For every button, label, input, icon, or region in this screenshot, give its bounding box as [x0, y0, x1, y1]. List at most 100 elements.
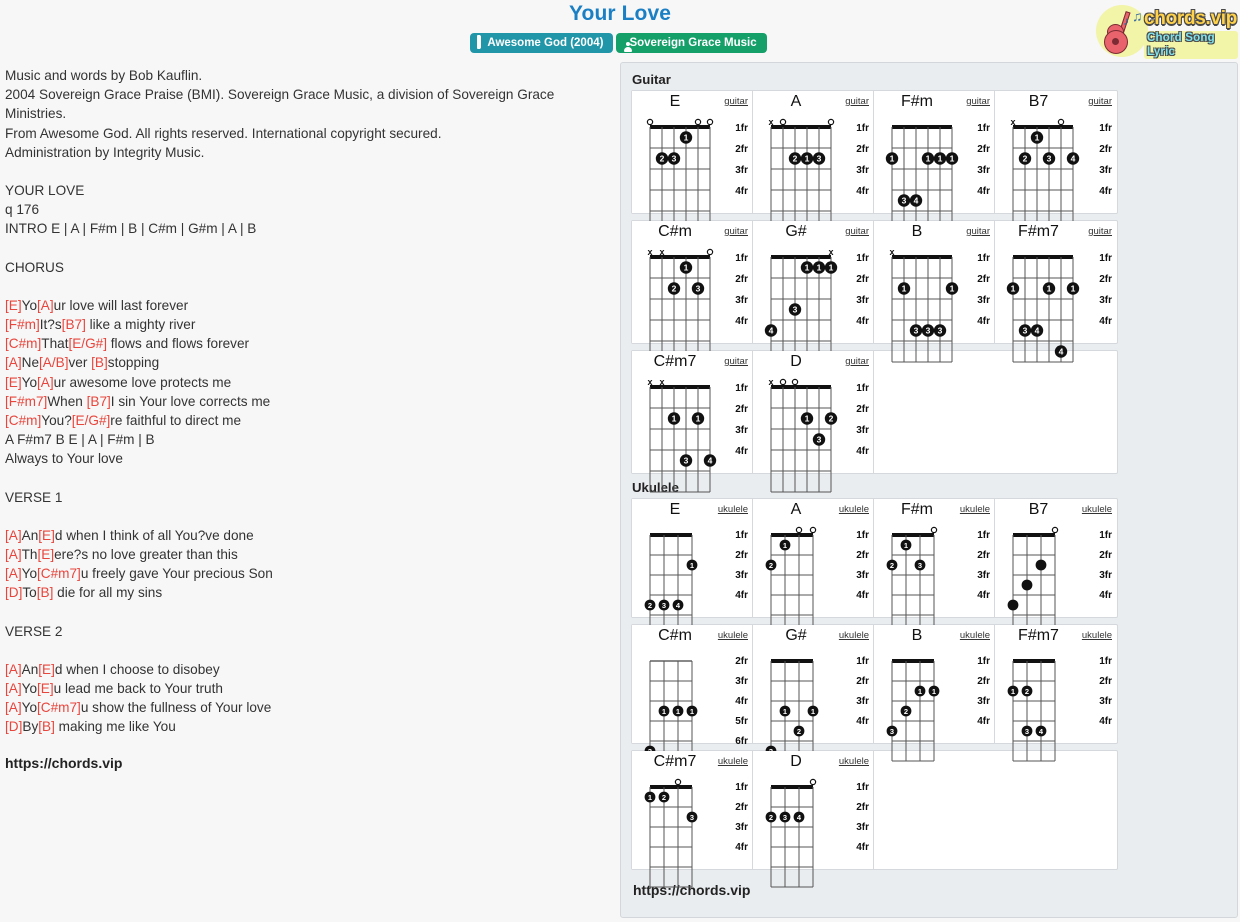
credit-line: Music and words by Bob Kauflin.: [5, 68, 203, 83]
chord-diagram-B[interactable]: Bguitar x 1 1 3 3 3 1fr 2fr 3fr 4fr: [874, 221, 995, 363]
fret-label: 2fr: [1099, 550, 1112, 561]
chord-token: [A]: [5, 355, 22, 371]
chord-diagram-Csharpm7[interactable]: C#m7 ukulele 1 2 3 1fr 2fr 3fr 4fr: [632, 751, 753, 888]
fret-labels: 1fr 2fr 3fr 4fr: [722, 778, 748, 858]
fret-label: 3fr: [735, 425, 748, 436]
fret-labels: 1fr 2fr 3fr 4fr: [1086, 118, 1112, 202]
svg-text:1: 1: [918, 687, 922, 696]
svg-text:1: 1: [1011, 284, 1016, 294]
svg-text:3: 3: [1025, 727, 1029, 736]
svg-text:1: 1: [1035, 133, 1040, 143]
lyric-text: u freely gave Your precious Son: [80, 566, 273, 582]
svg-text:1: 1: [926, 154, 931, 164]
svg-text:1: 1: [676, 707, 680, 716]
lyric-text: ver: [68, 355, 92, 371]
svg-text:1: 1: [829, 263, 834, 273]
fret-label: 6fr: [735, 736, 748, 747]
lyric-text: I sin Your love corrects me: [110, 393, 271, 409]
lyric-text: like a mighty river: [85, 317, 196, 333]
lyric-text: re faithful to direct me: [110, 413, 242, 429]
fret-label: 2fr: [735, 144, 748, 155]
fret-label: 4fr: [735, 446, 748, 457]
fret-label: 2fr: [1099, 274, 1112, 285]
lyric-text: u lead me back to Your truth: [53, 681, 223, 697]
fret-label: 3fr: [1099, 295, 1112, 306]
badge-group: Awesome God (2004) Sovereign Grace Music: [0, 33, 1240, 53]
song-meta-block: YOUR LOVE q 176 INTRO E | A | F#m | B | C#…: [5, 181, 610, 239]
credit-line: 2004 Sovereign Grace Praise (BMI). Sover…: [5, 87, 559, 122]
chord-diagram-Gsharp[interactable]: G# guitar x 1 1 1 3 4 1fr 2fr 3fr 4fr: [753, 221, 874, 363]
svg-text:3: 3: [696, 284, 701, 294]
svg-text:3: 3: [918, 561, 922, 570]
lyric-text: flows and flows forever: [107, 336, 250, 352]
lyric-text: d when I choose to disobey: [54, 661, 220, 677]
chord-instrument-label: ukulele: [959, 504, 990, 515]
lyric-text: u show the fullness of Your love: [80, 700, 272, 716]
fret-label: 4fr: [977, 716, 990, 727]
fret-label: 1fr: [1099, 253, 1112, 264]
chord-diagram-A[interactable]: Aukulele 1 2 1fr 2fr 3fr 4fr: [753, 499, 874, 636]
lyric-line: Always to Your love: [5, 449, 610, 468]
chord-diagram-B7[interactable]: B7 guitar x 1 2 3 4 1fr 2fr 3fr 4fr: [995, 91, 1116, 233]
chord-diagram-E[interactable]: Eguitar 1 2 3 1fr 2fr 3fr 4fr: [632, 91, 753, 233]
chord-instrument-label: ukulele: [959, 630, 990, 641]
svg-text:1: 1: [904, 541, 908, 550]
fret-label: 1fr: [735, 253, 748, 264]
section-title: CHORUS: [5, 259, 64, 275]
fretboard-icon: 1 1 2 3: [882, 651, 944, 765]
svg-text:1: 1: [783, 707, 787, 716]
fret-label: 2fr: [977, 676, 990, 687]
svg-text:1: 1: [1011, 687, 1015, 696]
svg-text:3: 3: [817, 154, 822, 164]
artist-badge[interactable]: Sovereign Grace Music: [616, 33, 767, 53]
chord-diagram-Gsharp[interactable]: G#ukulele11231fr2fr3fr4fr: [753, 625, 874, 762]
chord-diagram-D[interactable]: Dukulele 2 3 4 1fr 2fr 3fr 4fr: [753, 751, 874, 888]
fret-label: 2fr: [856, 676, 869, 687]
fret-label: 4fr: [856, 186, 869, 197]
chord-diagram-Csharpm[interactable]: C#m guitar x x 1 2 3 1fr 2fr 3fr 4fr: [632, 221, 753, 363]
chord-instrument-label: ukulele: [717, 630, 748, 641]
chord-diagram-Csharpm[interactable]: C#mukulele11132fr3fr4fr5fr6fr: [632, 625, 753, 762]
site-logo[interactable]: ♪ ♫ chords.vip Chord Song Lyric: [1092, 2, 1238, 60]
fret-label: 4fr: [856, 716, 869, 727]
chord-diagram-B7[interactable]: B7 ukulele 1fr 2fr 3fr 4fr: [995, 499, 1116, 636]
chord-diagram-Fsharpm7[interactable]: F#m7 guitar 1 1 1 3 4 4 1fr 2fr 3fr 4fr: [995, 221, 1116, 363]
album-badge[interactable]: Awesome God (2004): [470, 33, 614, 53]
lyric-line: [A]Yo[C#m7]u show the fullness of Your l…: [5, 698, 610, 717]
fretboard-icon: xx123: [640, 247, 720, 366]
panel-site-link[interactable]: https://chords.vip: [633, 882, 1229, 898]
fret-label: 1fr: [856, 782, 869, 793]
chord-diagram-Fsharpm7[interactable]: F#m7 ukulele 1 2 3 4 1fr 2fr 3fr 4fr: [995, 625, 1116, 762]
meta-line: YOUR LOVE: [5, 183, 85, 199]
chord-diagram-A[interactable]: Aguitar x 2 1 3 1fr 2fr 3fr 4fr: [753, 91, 874, 233]
chord-diagram-B[interactable]: Bukulele 1 1 2 3 1fr 2fr 3fr 4fr: [874, 625, 995, 762]
chord-token: [A/B]: [39, 355, 69, 371]
chord-diagram-Fsharpm[interactable]: F#m ukulele 1 2 3 1fr 2fr 3fr 4fr: [874, 499, 995, 636]
fret-label: 3fr: [856, 570, 869, 581]
fret-label: 3fr: [856, 295, 869, 306]
lyrics-site-link[interactable]: https://chords.vip: [5, 755, 610, 771]
svg-text:2: 2: [793, 154, 798, 164]
chord-cell-empty: [874, 751, 995, 869]
lyric-text: You?: [41, 413, 72, 429]
svg-text:3: 3: [890, 727, 894, 736]
chord-diagram-E[interactable]: Eukulele 1 2 3 4 1fr 2fr 3fr 4fr: [632, 499, 753, 636]
chord-instrument-label: guitar: [1088, 226, 1112, 237]
fret-label: 1fr: [735, 123, 748, 134]
chord-diagram-D[interactable]: Dguitar x 1 2 3 1fr 2fr 3fr 4fr: [753, 351, 874, 493]
credit-line: From Awesome God. All rights reserved. I…: [5, 125, 442, 141]
fret-label: 4fr: [735, 590, 748, 601]
lyric-line: [C#m]That[E/G#] flows and flows forever: [5, 334, 610, 353]
fret-label: 1fr: [1099, 530, 1112, 541]
svg-text:1: 1: [672, 414, 677, 424]
lyric-text: When: [47, 393, 87, 409]
chord-token: [B]: [36, 585, 54, 601]
chord-panel: Guitar Eguitar 1 2 3 1fr 2fr 3fr 4fr Aguitar x 2 1 3…: [620, 62, 1238, 918]
chord-token: [B]: [91, 355, 108, 371]
chord-token: [A]: [37, 374, 54, 390]
chord-diagram-Csharpm7[interactable]: C#m7 guitar x x 1 1 3 4 1fr 2fr 3fr 4fr: [632, 351, 753, 493]
fretboard-icon: 1234: [1003, 651, 1065, 765]
chord-diagram-Fsharpm[interactable]: F#m guitar 1 1 1 1 3 4 1fr 2fr 3fr 4fr: [874, 91, 995, 233]
fret-label: 1fr: [735, 530, 748, 541]
lyric-line: [C#m]You?[E/G#]re faithful to direct me: [5, 411, 610, 430]
